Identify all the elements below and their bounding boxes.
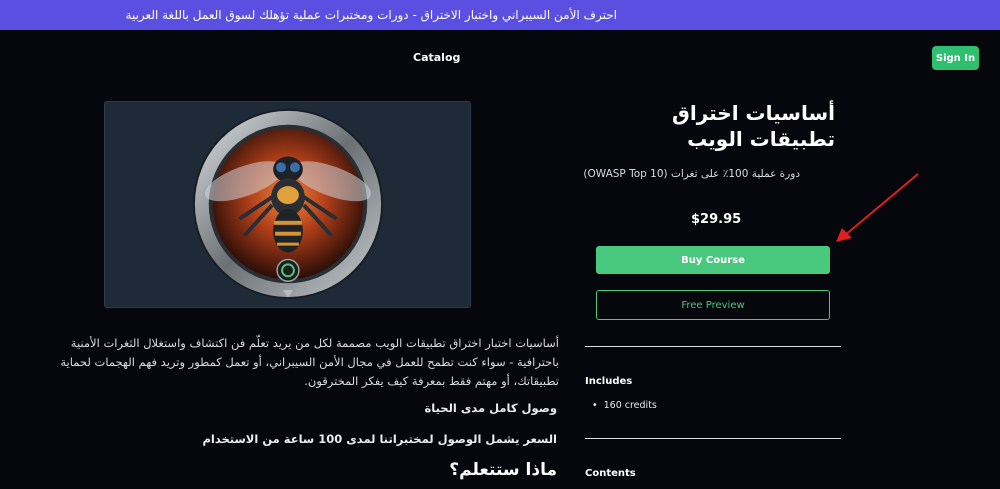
divider xyxy=(585,346,841,347)
course-hero-image xyxy=(104,101,471,308)
sign-in-button[interactable]: Sign In xyxy=(932,46,979,70)
course-description: أساسيات اختبار اختراق تطبيقات الويب مصمم… xyxy=(60,336,559,388)
feature-lab-hours: السعر يشمل الوصول لمختبراتنا لمدى 100 سا… xyxy=(202,432,558,446)
red-arrow-annotation xyxy=(836,173,919,242)
buy-course-button[interactable]: Buy Course xyxy=(596,246,830,274)
includes-item-credits: 160 credits xyxy=(592,400,657,411)
banner-text: احترف الأمن السيبراني واختبار الاختراق -… xyxy=(125,8,617,22)
feature-lifetime-access: وصول كامل مدى الحياة xyxy=(424,401,557,415)
course-title: أساسيات اختراق تطبيقات الويب xyxy=(671,101,835,151)
course-price: $29.95 xyxy=(691,212,742,227)
what-you-learn-heading: ماذا ستتعلم؟ xyxy=(449,460,557,480)
nav-catalog-link[interactable]: Catalog xyxy=(413,51,460,64)
free-preview-button[interactable]: Free Preview xyxy=(596,290,830,320)
divider xyxy=(585,438,841,439)
announcement-banner: احترف الأمن السيبراني واختبار الاختراق -… xyxy=(0,0,1000,30)
course-subtitle: دورة عملية 100٪ على ثغرات (OWASP Top 10) xyxy=(583,168,800,180)
hornet-emblem-image xyxy=(192,108,384,300)
contents-heading: Contents xyxy=(585,468,636,479)
includes-heading: Includes xyxy=(585,376,633,387)
